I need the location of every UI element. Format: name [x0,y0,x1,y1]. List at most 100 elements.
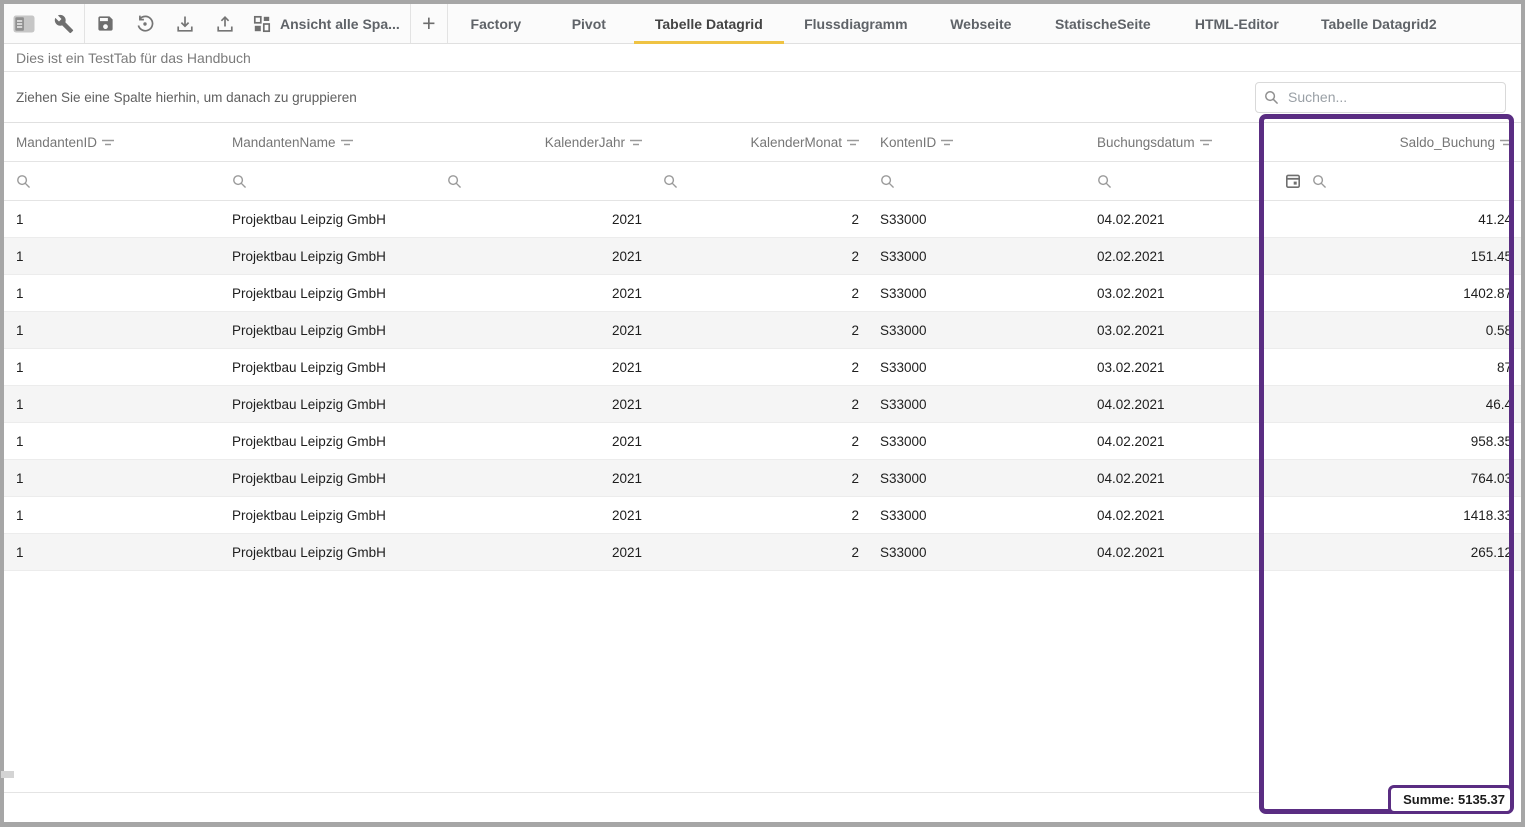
cell-buchungsdatum[interactable]: 02.02.2021 [1085,249,1263,264]
tab-statischeseite[interactable]: StatischeSeite [1034,4,1172,43]
cell-saldo-buchung[interactable]: 87 [1263,360,1521,375]
cell-kontenid[interactable]: S33000 [868,471,1085,486]
table-row[interactable]: 1 Projektbau Leipzig GmbH 2021 2 S33000 … [4,201,1521,238]
cell-kalendermonat[interactable]: 2 [651,434,868,449]
cell-kalenderjahr[interactable]: 2021 [435,471,651,486]
cell-saldo-buchung[interactable]: 41.24 [1263,212,1521,227]
cell-saldo-buchung[interactable]: 1418.33 [1263,508,1521,523]
cell-mandantenname[interactable]: Projektbau Leipzig GmbH [220,286,435,301]
search-icon[interactable] [447,174,462,189]
upload-button[interactable] [205,4,245,43]
tab-tabelle-datagrid[interactable]: Tabelle Datagrid [634,4,784,43]
table-row[interactable]: 1 Projektbau Leipzig GmbH 2021 2 S33000 … [4,423,1521,460]
cell-saldo-buchung[interactable]: 0.58 [1263,323,1521,338]
column-header-kontenid[interactable]: KontenID [868,135,1085,150]
cell-kalendermonat[interactable]: 2 [651,508,868,523]
search-icon[interactable] [880,174,895,189]
cell-buchungsdatum[interactable]: 04.02.2021 [1085,471,1263,486]
cell-saldo-buchung[interactable]: 958.35 [1263,434,1521,449]
filter-icon[interactable] [846,137,860,148]
table-row[interactable]: 1 Projektbau Leipzig GmbH 2021 2 S33000 … [4,349,1521,386]
cell-mandantenid[interactable]: 1 [4,249,220,264]
cell-kontenid[interactable]: S33000 [868,286,1085,301]
cell-kalendermonat[interactable]: 2 [651,286,868,301]
cell-mandantenname[interactable]: Projektbau Leipzig GmbH [220,397,435,412]
cell-mandantenid[interactable]: 1 [4,286,220,301]
cell-mandantenname[interactable]: Projektbau Leipzig GmbH [220,249,435,264]
tab-webseite[interactable]: Webseite [928,4,1034,43]
cell-kontenid[interactable]: S33000 [868,508,1085,523]
group-panel[interactable]: Ziehen Sie eine Spalte hierhin, um danac… [4,72,1521,123]
cell-buchungsdatum[interactable]: 04.02.2021 [1085,545,1263,560]
cell-mandantenid[interactable]: 1 [4,434,220,449]
filter-icon[interactable] [101,137,115,148]
tab-tabelle-datagrid2[interactable]: Tabelle Datagrid2 [1302,4,1456,43]
cell-kalenderjahr[interactable]: 2021 [435,249,651,264]
cell-buchungsdatum[interactable]: 04.02.2021 [1085,508,1263,523]
cell-mandantenid[interactable]: 1 [4,508,220,523]
cell-mandantenname[interactable]: Projektbau Leipzig GmbH [220,471,435,486]
cell-kalenderjahr[interactable]: 2021 [435,323,651,338]
cell-kontenid[interactable]: S33000 [868,323,1085,338]
horizontal-scrollbar-thumb[interactable] [1,771,14,778]
cell-saldo-buchung[interactable]: 1402.87 [1263,286,1521,301]
filter-icon[interactable] [1199,137,1213,148]
save-button[interactable] [85,4,125,43]
tab-flussdiagramm[interactable]: Flussdiagramm [784,4,928,43]
tab-html-editor[interactable]: HTML-Editor [1172,4,1302,43]
search-icon[interactable] [232,174,247,189]
table-row[interactable]: 1 Projektbau Leipzig GmbH 2021 2 S33000 … [4,275,1521,312]
cell-mandantenname[interactable]: Projektbau Leipzig GmbH [220,360,435,375]
cell-buchungsdatum[interactable]: 04.02.2021 [1085,434,1263,449]
column-header-mandantenid[interactable]: MandantenID [4,135,220,150]
search-icon[interactable] [663,174,678,189]
cell-saldo-buchung[interactable]: 46.4 [1263,397,1521,412]
cell-kalendermonat[interactable]: 2 [651,212,868,227]
tab-factory[interactable]: Factory [448,4,544,43]
filter-cell-kalenderjahr[interactable] [435,174,651,189]
filter-cell-mandantenid[interactable] [4,174,220,189]
cell-mandantenname[interactable]: Projektbau Leipzig GmbH [220,545,435,560]
cell-saldo-buchung[interactable]: 151.45 [1263,249,1521,264]
cell-kontenid[interactable]: S33000 [868,545,1085,560]
cell-buchungsdatum[interactable]: 03.02.2021 [1085,323,1263,338]
add-tab-button[interactable]: + [411,4,447,43]
download-button[interactable] [165,4,205,43]
column-header-kalenderjahr[interactable]: KalenderJahr [435,135,651,150]
cell-kalendermonat[interactable]: 2 [651,360,868,375]
column-header-kalendermonat[interactable]: KalenderMonat [651,135,868,150]
table-row[interactable]: 1 Projektbau Leipzig GmbH 2021 2 S33000 … [4,460,1521,497]
cell-kalenderjahr[interactable]: 2021 [435,508,651,523]
cell-mandantenname[interactable]: Projektbau Leipzig GmbH [220,212,435,227]
cell-mandantenname[interactable]: Projektbau Leipzig GmbH [220,508,435,523]
filter-cell-mandantenname[interactable] [220,174,435,189]
cell-kalendermonat[interactable]: 2 [651,249,868,264]
filter-icon[interactable] [1499,137,1513,148]
table-row[interactable]: 1 Projektbau Leipzig GmbH 2021 2 S33000 … [4,238,1521,275]
filter-cell-saldo-buchung[interactable] [1263,173,1521,189]
cell-mandantenname[interactable]: Projektbau Leipzig GmbH [220,323,435,338]
column-header-buchungsdatum[interactable]: Buchungsdatum [1085,135,1263,150]
filter-icon[interactable] [629,137,643,148]
toggle-panel-button[interactable] [4,4,44,43]
column-header-mandantenname[interactable]: MandantenName [220,135,435,150]
restore-history-button[interactable] [125,4,165,43]
cell-buchungsdatum[interactable]: 04.02.2021 [1085,397,1263,412]
cell-kalenderjahr[interactable]: 2021 [435,286,651,301]
filter-cell-kalendermonat[interactable] [651,174,868,189]
cell-mandantenid[interactable]: 1 [4,397,220,412]
filter-icon[interactable] [940,137,954,148]
cell-mandantenname[interactable]: Projektbau Leipzig GmbH [220,434,435,449]
cell-buchungsdatum[interactable]: 03.02.2021 [1085,360,1263,375]
cell-kalenderjahr[interactable]: 2021 [435,397,651,412]
settings-button[interactable] [44,4,84,43]
cell-kalenderjahr[interactable]: 2021 [435,545,651,560]
table-row[interactable]: 1 Projektbau Leipzig GmbH 2021 2 S33000 … [4,534,1521,571]
column-header-saldo-buchung[interactable]: Saldo_Buchung [1263,135,1521,150]
cell-kalendermonat[interactable]: 2 [651,397,868,412]
search-icon[interactable] [16,174,31,189]
cell-kalenderjahr[interactable]: 2021 [435,212,651,227]
cell-mandantenid[interactable]: 1 [4,471,220,486]
calendar-icon[interactable] [1285,173,1301,189]
cell-kalenderjahr[interactable]: 2021 [435,434,651,449]
